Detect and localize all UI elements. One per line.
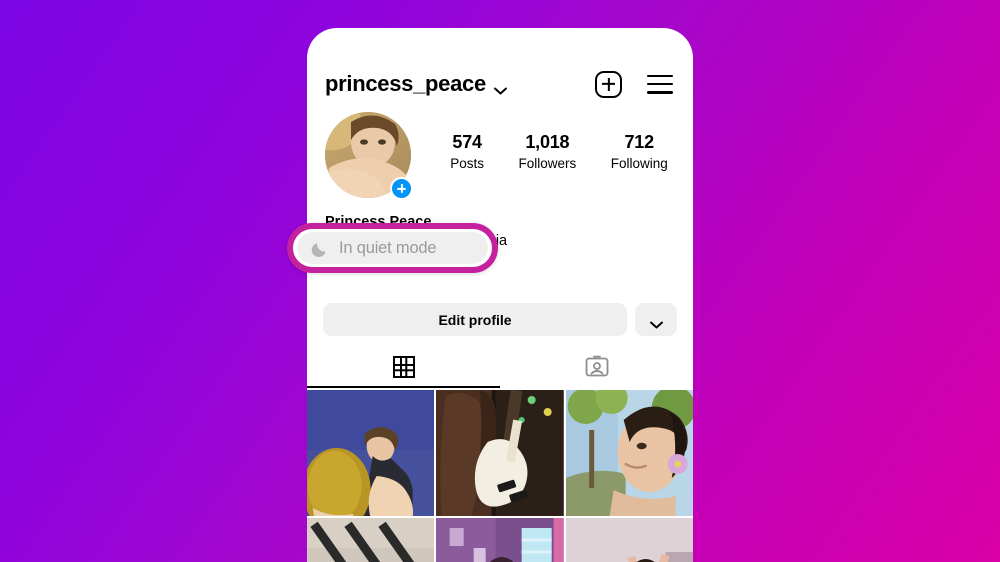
hamburger-menu-icon[interactable] [647, 74, 673, 94]
edit-profile-button[interactable]: Edit profile [323, 303, 627, 336]
tagged-person-icon [585, 355, 609, 379]
grid-photo[interactable] [307, 390, 435, 516]
grid-photo[interactable] [436, 518, 564, 562]
grid-photo[interactable] [565, 518, 693, 562]
stat-following[interactable]: 712 Following [611, 132, 668, 171]
topbar-actions [595, 70, 673, 98]
quiet-mode-status-badge[interactable]: In quiet mode [297, 232, 488, 264]
stat-followers[interactable]: 1,018 Followers [518, 132, 576, 171]
stat-value: 574 [452, 132, 482, 152]
crescent-moon-icon [311, 239, 330, 258]
app-topbar: princess_peace [307, 60, 693, 108]
stat-label: Posts [450, 156, 484, 171]
profile-actions: Edit profile [323, 303, 677, 336]
quiet-mode-ring-inner: In quiet mode [293, 229, 492, 267]
plus-square-icon[interactable] [595, 70, 622, 98]
photo-grid [307, 390, 693, 562]
chevron-down-icon [493, 82, 507, 95]
stat-posts[interactable]: 574 Posts [450, 132, 484, 171]
stat-value: 1,018 [525, 132, 570, 152]
username-dropdown[interactable]: princess_peace [325, 71, 507, 97]
stat-label: Followers [518, 156, 577, 171]
stat-label: Following [610, 156, 668, 171]
active-tab-underline [307, 386, 500, 388]
stat-value: 712 [624, 132, 655, 152]
page-title: princess_peace [325, 71, 486, 96]
chevron-down-icon [649, 316, 663, 328]
grid-photo[interactable] [565, 390, 693, 516]
profile-header: 574 Posts 1,018 Followers 712 Following [307, 112, 693, 200]
quiet-mode-label: In quiet mode [339, 238, 437, 257]
quiet-mode-highlight[interactable]: In quiet mode [287, 223, 498, 273]
profile-stats: 574 Posts 1,018 Followers 712 Following [411, 132, 693, 171]
grid-icon [392, 356, 415, 378]
grid-photo[interactable] [436, 390, 564, 516]
more-options-button[interactable] [635, 303, 677, 336]
tab-grid[interactable] [307, 346, 500, 388]
add-story-plus-icon[interactable] [390, 177, 413, 200]
avatar[interactable] [325, 112, 413, 200]
tab-tagged[interactable] [500, 346, 693, 388]
grid-photo[interactable] [307, 518, 435, 562]
phone-screen: princess_peace 574 Posts 1,018 Followers… [307, 28, 693, 562]
profile-tabs [307, 346, 693, 388]
